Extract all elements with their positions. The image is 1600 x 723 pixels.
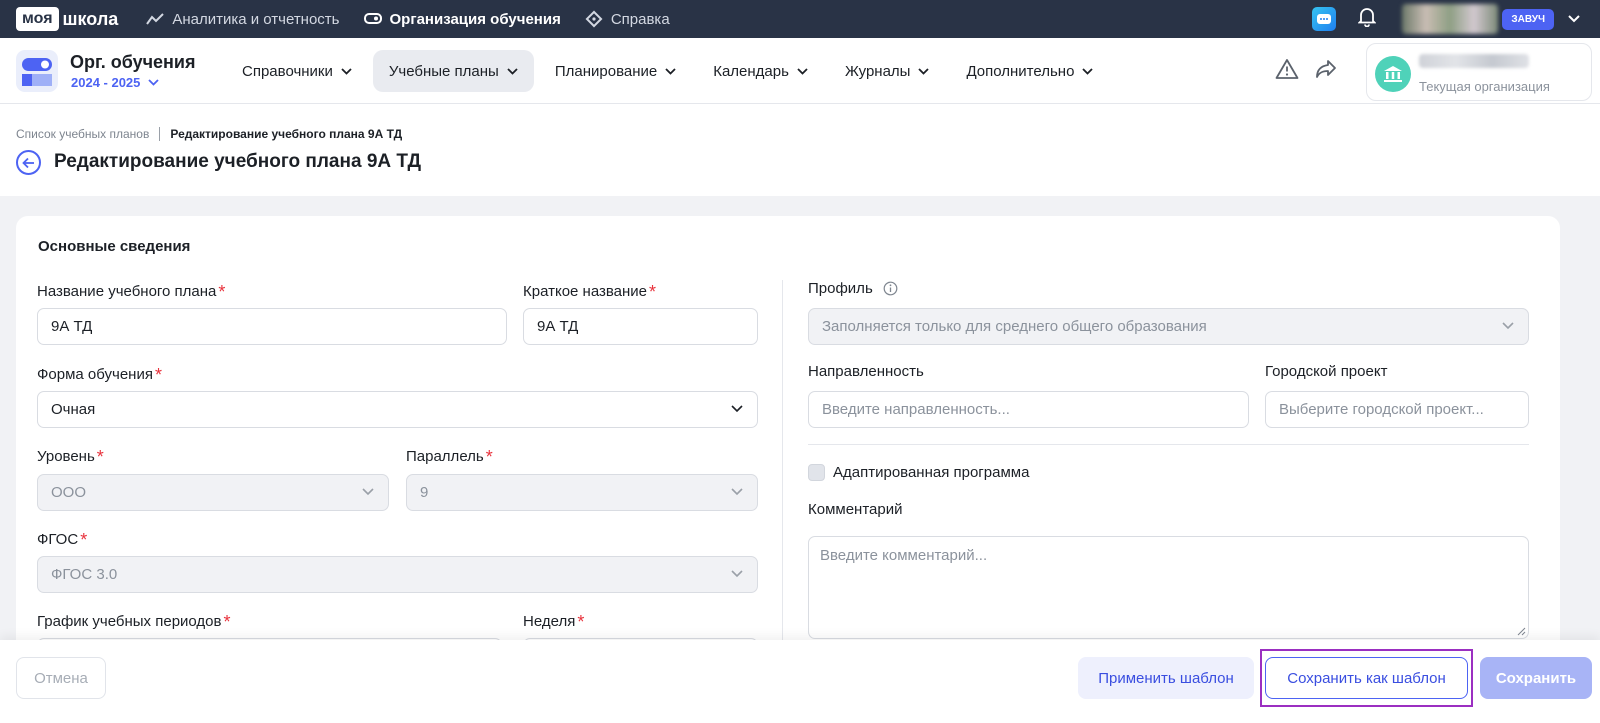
top-nav-help[interactable]: Справка [585,10,670,28]
week-label: Неделя * [523,612,585,632]
level-select[interactable]: ООО [37,474,389,511]
breadcrumb-parent[interactable]: Список учебных планов [16,127,149,141]
top-nav-label: Справка [610,10,670,28]
nav-curricula[interactable]: Учебные планы [372,50,534,92]
resize-handle-icon[interactable] [1517,627,1526,636]
form-footer: Отмена Применить шаблон Сохранить как ша… [0,640,1600,723]
page-header: Список учебных планов Редактирование уче… [0,104,1600,196]
chevron-down-icon [731,405,743,413]
breadcrumb: Список учебных планов Редактирование уче… [16,127,402,141]
nav-label: Дополнительно [966,62,1075,80]
nav-label: Планирование [554,62,658,80]
role-badge[interactable]: ЗАВУЧ [1502,8,1554,30]
chevron-down-icon [507,67,518,75]
org-title: Орг. обучения [70,52,196,72]
column-divider [782,280,783,640]
level-label: Уровень * [37,447,104,467]
analytics-icon [146,13,165,25]
city-project-label: Городской проект [1265,363,1388,380]
top-nav-organization[interactable]: Организация обучения [363,10,561,28]
breadcrumb-separator [159,127,161,141]
parallel-select[interactable]: 9 [406,474,758,511]
direction-label: Направленность [808,363,924,380]
profile-select[interactable]: Заполняется только для среднего общего о… [808,308,1529,345]
apply-template-button[interactable]: Применить шаблон [1078,657,1254,699]
schedule-label: График учебных периодов * [37,612,231,632]
parallel-label: Параллель * [406,447,493,467]
app-logo[interactable]: моя школа [16,7,118,31]
chevron-down-icon [731,488,743,496]
nav-label: Учебные планы [388,62,499,80]
chevron-down-icon [341,67,352,75]
top-nav-analytics[interactable]: Аналитика и отчетность [146,10,340,28]
top-right-area: ЗАВУЧ [1312,0,1580,38]
profile-label: Профиль [808,280,898,297]
fgos-select[interactable]: ФГОС 3.0 [37,556,758,593]
bell-icon[interactable] [1357,7,1378,32]
comment-label: Комментарий [808,501,903,518]
page-title: Редактирование учебного плана 9А ТД [54,151,422,172]
study-form-label: Форма обучения * [37,365,162,385]
chevron-down-icon [362,488,374,496]
adapted-program-label[interactable]: Адаптированная программа [833,464,1029,481]
chevron-down-icon [665,67,676,75]
org-module-icon [16,50,58,92]
plan-name-input[interactable]: 9А ТД [37,308,507,345]
year-selector[interactable]: 2024 - 2025 [71,75,160,90]
nav-references[interactable]: Справочники [226,50,368,92]
direction-input[interactable]: Введите направленность... [808,391,1249,428]
nav-journals[interactable]: Журналы [829,50,946,92]
help-icon [585,10,603,28]
organization-name-redacted [1419,54,1529,68]
nav-additional[interactable]: Дополнительно [950,50,1109,92]
nav-label: Календарь [713,62,789,80]
share-icon[interactable] [1315,59,1337,84]
top-nav-label: Организация обучения [389,10,561,28]
nav-calendar[interactable]: Календарь [697,50,824,92]
top-nav-label: Аналитика и отчетность [172,10,340,28]
section-title: Основные сведения [38,238,191,255]
chevron-down-icon [731,570,743,578]
chevron-down-icon [797,67,808,75]
logo-text: школа [62,8,119,29]
apps-icon[interactable] [1312,7,1337,31]
chevron-down-icon [1082,67,1094,75]
section-header: Орг. обучения 2024 - 2025 Справочники Уч… [0,38,1600,104]
nav-planning[interactable]: Планирование [539,50,692,92]
info-icon[interactable] [883,281,898,296]
city-project-select[interactable]: Выберите городской проект... [1265,391,1529,428]
cancel-button[interactable]: Отмена [16,657,106,699]
bank-icon [1375,56,1411,92]
year-label: 2024 - 2025 [71,75,141,90]
current-organization[interactable]: Текущая организация [1366,43,1592,101]
main-info-card: Основные сведения Название учебного план… [16,216,1560,686]
nav-label: Журналы [844,62,911,80]
chevron-down-icon [1502,322,1514,330]
section-divider [808,444,1529,445]
logo-box-text: моя [16,7,59,31]
save-as-template-button[interactable]: Сохранить как шаблон [1265,657,1468,699]
organization-icon [363,13,382,24]
chevron-down-icon [148,79,160,86]
chevron-down-icon [918,67,930,75]
top-bar: моя школа Аналитика и отчетность Организ… [0,0,1600,38]
warning-icon[interactable] [1275,58,1299,85]
short-name-label: Краткое название * [523,282,657,302]
comment-textarea[interactable]: Введите комментарий... [808,536,1529,639]
study-form-select[interactable]: Очная [37,391,758,428]
main-nav: Справочники Учебные планы Планирование К… [226,50,1114,92]
fgos-label: ФГОС * [37,530,88,550]
top-nav: Аналитика и отчетность Организация обуче… [146,10,693,28]
nav-label: Справочники [242,62,333,80]
breadcrumb-current: Редактирование учебного плана 9А ТД [170,127,403,141]
current-organization-label: Текущая организация [1419,79,1550,94]
save-button[interactable]: Сохранить [1480,657,1592,699]
chevron-down-icon[interactable] [1568,10,1580,28]
back-arrow-icon[interactable] [16,150,41,175]
plan-name-label: Название учебного плана * [37,282,226,302]
short-name-input[interactable]: 9А ТД [523,308,758,345]
user-avatar[interactable] [1402,4,1499,34]
adapted-program-checkbox[interactable] [808,464,825,481]
